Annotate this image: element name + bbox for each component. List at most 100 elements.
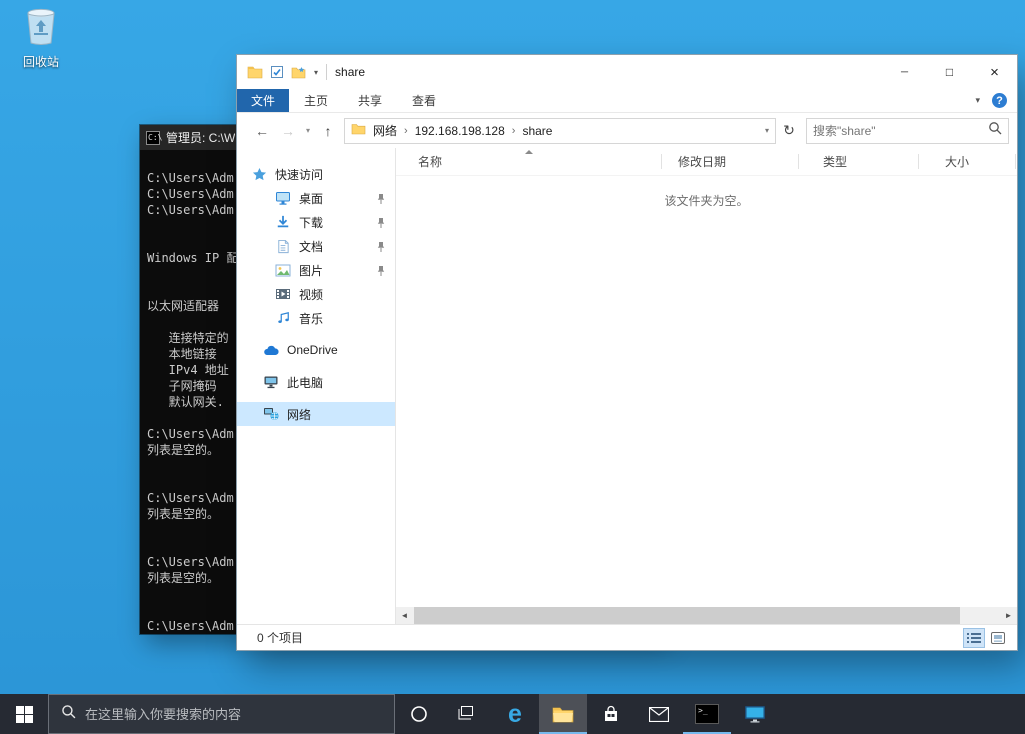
task-view-button[interactable]: [443, 694, 491, 734]
taskbar: e >_: [0, 694, 1025, 734]
scrollbar-track[interactable]: [413, 607, 1000, 624]
scroll-left-icon[interactable]: ◄: [396, 607, 413, 624]
search-box[interactable]: [806, 118, 1009, 144]
pictures-icon: [275, 262, 291, 278]
horizontal-scrollbar[interactable]: ◄ ►: [396, 607, 1017, 624]
scroll-right-icon[interactable]: ►: [1000, 607, 1017, 624]
breadcrumb-separator-icon: ›: [512, 125, 516, 137]
sidebar-item-onedrive[interactable]: OneDrive: [237, 338, 395, 362]
sidebar-item-label: 桌面: [299, 190, 323, 207]
search-input[interactable]: [813, 124, 988, 138]
sidebar-item-pictures[interactable]: 图片: [237, 258, 395, 282]
sidebar-item-label: 视频: [299, 286, 323, 303]
sidebar-item-label: 网络: [287, 406, 311, 423]
file-list-pane: 名称 修改日期 类型 大小 该文件夹为空。 ◄: [396, 148, 1017, 624]
pin-icon: [376, 241, 386, 255]
recycle-bin-icon: [23, 33, 59, 50]
breadcrumb-network[interactable]: 网络: [373, 122, 397, 139]
search-icon[interactable]: [988, 121, 1002, 140]
minimize-button[interactable]: ─: [882, 55, 927, 89]
cmd-window-icon: C:\: [146, 131, 160, 145]
computer-icon: [263, 374, 279, 390]
sidebar-item-network[interactable]: 网络: [237, 402, 395, 426]
tab-home[interactable]: 主页: [289, 89, 343, 112]
address-bar[interactable]: 网络 › 192.168.198.128 › share ▾: [344, 118, 776, 144]
qat-properties-icon[interactable]: [270, 65, 284, 79]
tab-share[interactable]: 共享: [343, 89, 397, 112]
items-count: 0 个项目: [257, 629, 303, 646]
mail-button[interactable]: [635, 694, 683, 734]
breadcrumb-host[interactable]: 192.168.198.128: [415, 124, 505, 138]
sidebar-item-label: 文档: [299, 238, 323, 255]
tab-view[interactable]: 查看: [397, 89, 451, 112]
sidebar-item-downloads[interactable]: 下载: [237, 210, 395, 234]
column-header-type[interactable]: 类型: [799, 148, 919, 175]
documents-icon: [275, 238, 291, 254]
mail-icon: [649, 707, 669, 722]
taskbar-app-button[interactable]: [731, 694, 779, 734]
taskbar-search-input[interactable]: [85, 707, 382, 722]
sidebar-item-label: 下载: [299, 214, 323, 231]
sidebar-item-this-pc[interactable]: 此电脑: [237, 370, 395, 394]
recent-locations-chevron-icon[interactable]: ▾: [301, 126, 315, 135]
recycle-bin[interactable]: 回收站: [10, 6, 72, 70]
column-header-name[interactable]: 名称: [396, 148, 662, 175]
back-button[interactable]: ←: [249, 123, 275, 139]
sidebar-item-quick-access[interactable]: 快速访问: [237, 162, 395, 186]
pin-icon: [376, 193, 386, 207]
qat-new-folder-icon[interactable]: [291, 66, 306, 79]
store-icon: [602, 705, 620, 723]
address-dropdown-chevron-icon[interactable]: ▾: [765, 126, 769, 135]
sidebar-item-label: 此电脑: [287, 374, 323, 391]
navigation-pane: 快速访问 桌面: [237, 148, 396, 624]
ribbon-expand-chevron-icon[interactable]: ▾: [975, 95, 980, 106]
details-view-button[interactable]: [963, 628, 985, 648]
window-folder-icon[interactable]: [247, 65, 263, 79]
close-button[interactable]: ×: [972, 55, 1017, 89]
column-header-date-modified[interactable]: 修改日期: [662, 148, 799, 175]
network-icon: [263, 406, 279, 422]
file-explorer-icon: [552, 705, 574, 723]
tab-file[interactable]: 文件: [237, 89, 289, 112]
sidebar-item-documents[interactable]: 文档: [237, 234, 395, 258]
desktop-icon: [275, 190, 291, 206]
start-button[interactable]: [0, 694, 48, 734]
desktop: 回收站 C:\ 管理员: C:\W C:\Users\Adm C:\Users\…: [0, 0, 1025, 734]
store-button[interactable]: [587, 694, 635, 734]
qat-customize-chevron-icon[interactable]: ▾: [314, 68, 318, 77]
up-button[interactable]: ↑: [315, 123, 341, 139]
sidebar-item-label: 图片: [299, 262, 323, 279]
file-list-body[interactable]: [396, 209, 1017, 607]
large-icons-view-button[interactable]: [987, 628, 1009, 648]
explorer-window: ▾ share ─ □ × 文件 主页 共享 查看 ▾ ? ← → ▾ ↑: [237, 55, 1017, 650]
help-icon[interactable]: ?: [992, 93, 1007, 108]
sidebar-item-label: OneDrive: [287, 343, 338, 357]
forward-button[interactable]: →: [275, 123, 301, 139]
breadcrumb-share[interactable]: share: [522, 124, 552, 138]
column-header-size[interactable]: 大小: [919, 148, 1016, 175]
ribbon-tab-strip: 文件 主页 共享 查看 ▾ ?: [237, 89, 1017, 113]
command-prompt-icon: >_: [695, 704, 719, 724]
edge-icon: e: [508, 702, 522, 727]
explorer-titlebar[interactable]: ▾ share ─ □ ×: [237, 55, 1017, 89]
sidebar-item-music[interactable]: 音乐: [237, 306, 395, 330]
sidebar-item-desktop[interactable]: 桌面: [237, 186, 395, 210]
status-bar: 0 个项目: [237, 624, 1017, 650]
taskbar-search-box[interactable]: [48, 694, 395, 734]
file-explorer-button[interactable]: [539, 694, 587, 734]
maximize-button[interactable]: □: [927, 55, 972, 89]
breadcrumb-separator-icon: ›: [404, 125, 408, 137]
scrollbar-thumb[interactable]: [414, 607, 960, 624]
cortana-button[interactable]: [395, 694, 443, 734]
command-prompt-button[interactable]: >_: [683, 694, 731, 734]
quick-access-star-icon: [251, 166, 267, 182]
edge-button[interactable]: e: [491, 694, 539, 734]
sidebar-item-videos[interactable]: 视频: [237, 282, 395, 306]
windows-logo-icon: [16, 706, 33, 723]
refresh-button[interactable]: ↻: [776, 122, 802, 139]
taskbar-search-icon: [61, 704, 76, 724]
sidebar-item-label: 音乐: [299, 310, 323, 327]
column-headers: 名称 修改日期 类型 大小: [396, 148, 1017, 176]
task-view-icon: [457, 706, 477, 722]
cortana-icon: [410, 705, 428, 723]
